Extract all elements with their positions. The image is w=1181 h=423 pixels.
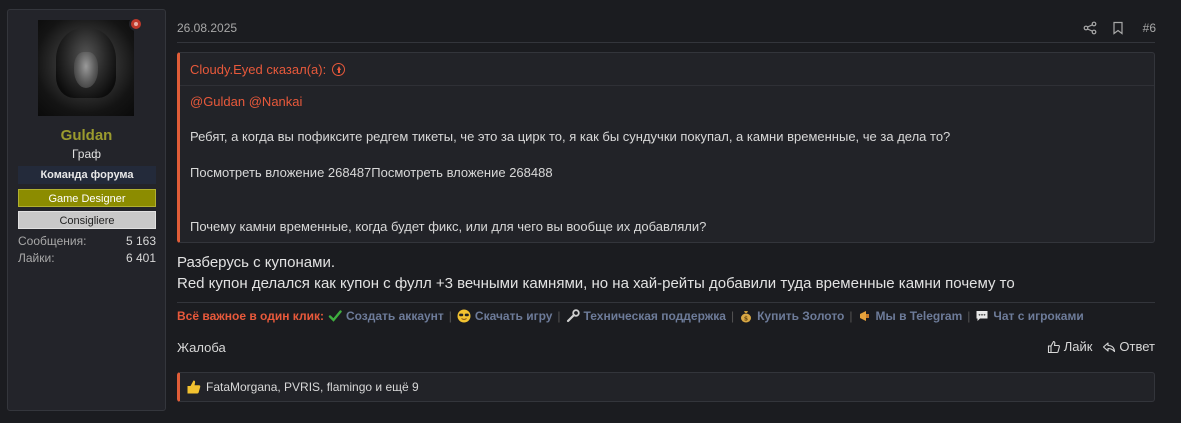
stat-likes: Лайки: 6 401	[18, 251, 156, 266]
thumbs-up-icon	[187, 380, 201, 394]
likes-list[interactable]: FataMorgana, PVRIS, flamingo и ещё 9	[206, 380, 419, 394]
checkmark-icon	[328, 309, 342, 323]
username[interactable]: Guldan	[8, 127, 165, 144]
quote-text: Ребят, а когда вы пофиксите редгем тикет…	[190, 129, 951, 144]
quote-mentions[interactable]: @Guldan @Nankai	[190, 94, 302, 109]
stat-messages: Сообщения: 5 163	[18, 234, 156, 249]
banner-consigliere: Consigliere	[18, 211, 156, 229]
promo-link-download[interactable]: Скачать игру	[475, 309, 553, 323]
promo-lead: Всё важное в один клик:	[177, 309, 324, 323]
banner-team: Команда форума	[18, 166, 156, 184]
speech-bubble-icon	[975, 309, 989, 323]
promo-separator: |	[730, 309, 735, 323]
report-link[interactable]: Жалоба	[177, 340, 226, 355]
promo-link-telegram[interactable]: Мы в Telegram	[876, 309, 963, 323]
promo-separator: |	[448, 309, 452, 323]
user-title: Граф	[71, 147, 102, 161]
quote-author[interactable]: Cloudy.Eyed сказал(а):	[190, 62, 326, 77]
promo-link-support[interactable]: Техническая поддержка	[584, 309, 726, 323]
status-indicator-icon	[129, 17, 143, 31]
promo-separator: |	[849, 309, 853, 323]
post-number[interactable]: #6	[1143, 21, 1156, 35]
wrench-icon	[566, 309, 580, 323]
svg-text:$: $	[744, 316, 748, 323]
quote-block: Cloudy.Eyed сказал(а): @Guldan @Nankai Р…	[177, 52, 1155, 243]
promo-separator: |	[557, 309, 561, 323]
avatar-face	[74, 52, 98, 88]
like-label: Лайк	[1063, 339, 1093, 354]
quote-text: Почему камни временные, когда будет фикс…	[190, 219, 707, 234]
megaphone-icon	[858, 309, 872, 323]
money-bag-icon: $	[739, 309, 753, 323]
quote-attachments[interactable]: Посмотреть вложение 268487Посмотреть вло…	[190, 165, 553, 180]
banner-designer: Game Designer	[18, 189, 156, 207]
reply-button[interactable]: Ответ	[1102, 339, 1155, 354]
share-icon[interactable]	[1083, 21, 1097, 35]
post-card: Guldan Граф Команда форума Game Designer…	[0, 0, 1181, 423]
stat-label: Сообщения:	[18, 234, 87, 248]
like-button[interactable]: Лайк	[1047, 339, 1093, 354]
divider	[177, 42, 1155, 43]
post-actions: Лайк Ответ	[1047, 339, 1155, 354]
post-body-line: Разберусь с купонами.	[177, 254, 335, 271]
bookmark-icon[interactable]	[1111, 21, 1125, 35]
likes-summary: FataMorgana, PVRIS, flamingo и ещё 9	[177, 372, 1155, 402]
thumbs-up-icon	[1047, 340, 1060, 353]
promo-link-buy-gold[interactable]: Купить Золото	[757, 309, 844, 323]
promo-separator: |	[967, 309, 971, 323]
jump-to-quote-icon[interactable]	[332, 62, 346, 76]
promo-bar: Всё важное в один клик: Создать аккаунт …	[177, 307, 1084, 325]
post-date[interactable]: 26.08.2025	[177, 21, 237, 35]
sunglasses-face-icon	[457, 309, 471, 323]
stat-value[interactable]: 5 163	[126, 234, 156, 248]
stat-label: Лайки:	[18, 251, 55, 265]
quote-header[interactable]: Cloudy.Eyed сказал(а):	[180, 53, 1154, 86]
post-body-line: Red купон делался как купон с фулл +3 ве…	[177, 275, 1015, 292]
promo-link-chat[interactable]: Чат с игроками	[993, 309, 1083, 323]
post-header-actions: #6	[1083, 19, 1156, 37]
reply-label: Ответ	[1119, 339, 1155, 354]
user-sidebar: Guldan Граф Команда форума Game Designer…	[7, 9, 166, 411]
promo-link-create-account[interactable]: Создать аккаунт	[346, 309, 444, 323]
stat-value: 6 401	[125, 251, 156, 265]
avatar[interactable]	[38, 20, 134, 116]
reply-icon	[1103, 341, 1116, 352]
divider	[177, 302, 1155, 303]
